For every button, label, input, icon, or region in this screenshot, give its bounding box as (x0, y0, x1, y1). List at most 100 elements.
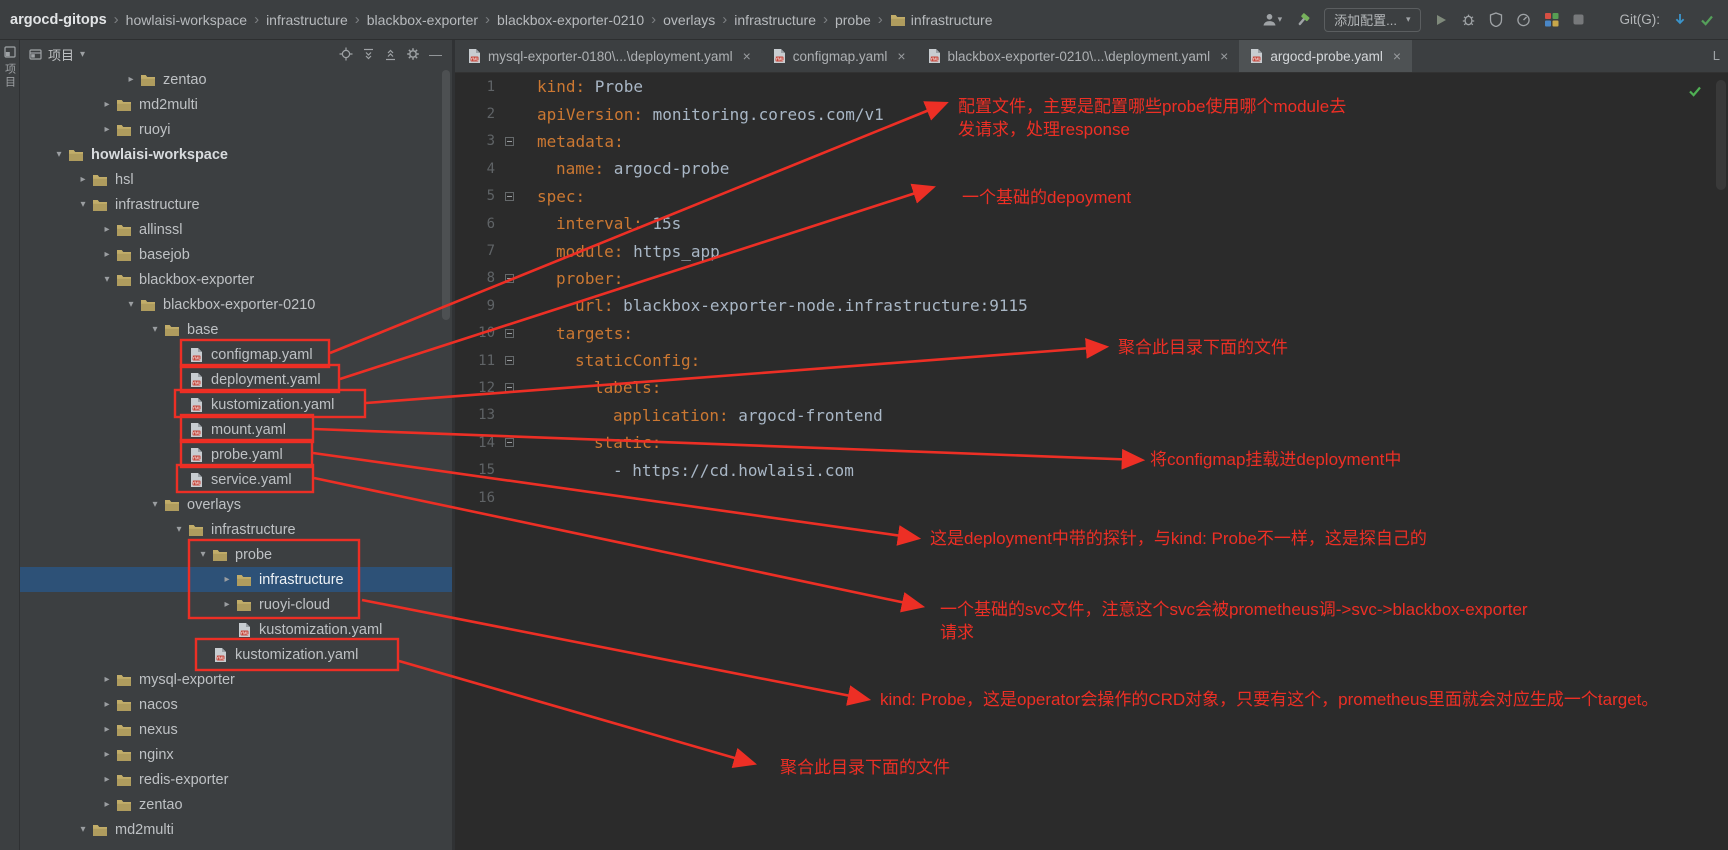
tree-item[interactable]: ▸zentao (20, 67, 452, 92)
code-line[interactable]: 6interval: 15s (455, 210, 1728, 237)
chevron-down-icon[interactable]: ▾ (80, 49, 85, 60)
tree-chevron-icon[interactable]: ▸ (75, 174, 91, 185)
build-hammer-icon[interactable] (1295, 12, 1311, 28)
tree-item[interactable]: ▸redis-exporter (20, 767, 452, 792)
tree-chevron-icon[interactable]: ▾ (195, 549, 211, 560)
code-line[interactable]: 14static: (455, 429, 1728, 456)
editor-tab[interactable]: YMLargocd-probe.yaml× (1239, 40, 1412, 72)
panel-splitter[interactable] (452, 40, 455, 850)
tree-chevron-icon[interactable]: ▸ (99, 99, 115, 110)
tree-item[interactable]: YMLconfigmap.yaml (20, 342, 452, 367)
fold-marker[interactable] (495, 192, 523, 201)
multi-color-plugin-icon[interactable] (1544, 12, 1559, 27)
code-line[interactable]: 5spec: (455, 183, 1728, 210)
tree-item[interactable]: ▾md2multi (20, 817, 452, 842)
code-line[interactable]: 13application: argocd-frontend (455, 402, 1728, 429)
breadcrumb-item[interactable]: howlaisi-workspace (126, 12, 247, 28)
tree-item[interactable]: ▸ (20, 842, 452, 850)
fold-marker[interactable] (495, 274, 523, 283)
tree-item[interactable]: ▸ruoyi (20, 117, 452, 142)
tree-item[interactable]: ▾blackbox-exporter-0210 (20, 292, 452, 317)
code-line[interactable]: 3metadata: (455, 128, 1728, 155)
tree-chevron-icon[interactable]: ▾ (99, 274, 115, 285)
tree-chevron-icon[interactable]: ▸ (99, 724, 115, 735)
code-line[interactable]: 15- https://cd.howlaisi.com (455, 456, 1728, 483)
inspections-ok-icon[interactable] (1688, 84, 1702, 97)
breadcrumb-item[interactable]: blackbox-exporter-0210 (497, 12, 644, 28)
project-panel-title[interactable]: 项目 (48, 45, 74, 64)
tab-close-icon[interactable]: × (897, 48, 905, 64)
project-tool-window-button[interactable]: 项目 (0, 40, 19, 89)
fold-box-icon[interactable] (505, 192, 514, 201)
tree-chevron-icon[interactable]: ▾ (75, 199, 91, 210)
tree-item[interactable]: YMLkustomization.yaml (20, 617, 452, 642)
profiler-icon[interactable] (1516, 12, 1531, 27)
editor-tab[interactable]: YMLmysql-exporter-0180\...\deployment.ya… (457, 40, 762, 72)
tree-chevron-icon[interactable]: ▾ (147, 324, 163, 335)
tree-item[interactable]: ▸mysql-exporter (20, 667, 452, 692)
tree-chevron-icon[interactable]: ▾ (75, 824, 91, 835)
tree-item[interactable]: ▸hsl (20, 167, 452, 192)
tree-chevron-icon[interactable]: ▸ (99, 799, 115, 810)
collapse-all-icon[interactable] (384, 48, 397, 61)
editor-tab[interactable]: YMLconfigmap.yaml× (762, 40, 917, 72)
git-commit-icon[interactable] (1700, 13, 1714, 26)
editor-content[interactable]: 1kind: Probe2apiVersion: monitoring.core… (455, 73, 1728, 850)
tree-scrollbar[interactable] (442, 70, 450, 320)
tab-close-icon[interactable]: × (743, 48, 751, 64)
fold-marker[interactable] (495, 356, 523, 365)
tab-close-icon[interactable]: × (1220, 48, 1228, 64)
stop-icon[interactable] (1572, 13, 1585, 26)
fold-box-icon[interactable] (505, 137, 514, 146)
tree-item[interactable]: YMLkustomization.yaml (20, 392, 452, 417)
breadcrumb-item[interactable]: infrastructure (890, 12, 993, 28)
breadcrumb-item[interactable]: blackbox-exporter (367, 12, 478, 28)
tree-item[interactable]: YMLservice.yaml (20, 467, 452, 492)
tree-item[interactable]: ▾blackbox-exporter (20, 267, 452, 292)
locate-file-icon[interactable] (339, 47, 353, 61)
editor-scrollbar[interactable] (1716, 80, 1726, 190)
tree-item[interactable]: ▾base (20, 317, 452, 342)
tree-item[interactable]: ▾infrastructure (20, 192, 452, 217)
breadcrumb-item[interactable]: infrastructure (266, 12, 348, 28)
code-line[interactable]: 16 (455, 484, 1728, 511)
tree-item[interactable]: ▾probe (20, 542, 452, 567)
user-icon[interactable]: ▾ (1262, 12, 1283, 27)
fold-box-icon[interactable] (505, 329, 514, 338)
code-line[interactable]: 8prober: (455, 265, 1728, 292)
tree-item[interactable]: YMLkustomization.yaml (20, 642, 452, 667)
tree-chevron-icon[interactable]: ▸ (99, 249, 115, 260)
tree-chevron-icon[interactable]: ▸ (99, 224, 115, 235)
tab-close-icon[interactable]: × (1393, 48, 1401, 64)
tree-item[interactable]: ▸ruoyi-cloud (20, 592, 452, 617)
fold-box-icon[interactable] (505, 356, 514, 365)
tree-item[interactable]: ▸nacos (20, 692, 452, 717)
tree-item[interactable]: ▸infrastructure (20, 567, 452, 592)
tree-item[interactable]: YMLdeployment.yaml (20, 367, 452, 392)
tree-item[interactable]: ▸nexus (20, 717, 452, 742)
editor-tab[interactable]: YMLblackbox-exporter-0210\...\deployment… (917, 40, 1240, 72)
tree-chevron-icon[interactable]: ▾ (123, 299, 139, 310)
code-line[interactable]: 1kind: Probe (455, 73, 1728, 100)
project-name[interactable]: argocd-gitops (10, 12, 107, 28)
fold-marker[interactable] (495, 329, 523, 338)
tree-item[interactable]: ▸basejob (20, 242, 452, 267)
tree-item[interactable]: YMLmount.yaml (20, 417, 452, 442)
tree-item[interactable]: ▸nginx (20, 742, 452, 767)
code-line[interactable]: 9url: blackbox-exporter-node.infrastruct… (455, 292, 1728, 319)
tree-chevron-icon[interactable]: ▸ (99, 774, 115, 785)
git-branch-label[interactable]: Git(G): (1620, 12, 1661, 27)
expand-all-icon[interactable] (362, 48, 375, 61)
fold-box-icon[interactable] (505, 274, 514, 283)
tree-item[interactable]: ▸allinssl (20, 217, 452, 242)
breadcrumb-item[interactable]: infrastructure (734, 12, 816, 28)
tree-item[interactable]: ▾howlaisi-workspace (20, 142, 452, 167)
coverage-icon[interactable] (1489, 12, 1503, 27)
tree-chevron-icon[interactable]: ▸ (123, 74, 139, 85)
debug-icon[interactable] (1461, 12, 1476, 27)
code-line[interactable]: 12labels: (455, 374, 1728, 401)
tree-chevron-icon[interactable]: ▸ (99, 124, 115, 135)
tree-chevron-icon[interactable]: ▸ (99, 699, 115, 710)
hide-panel-icon[interactable]: — (429, 47, 442, 62)
code-line[interactable]: 11staticConfig: (455, 347, 1728, 374)
